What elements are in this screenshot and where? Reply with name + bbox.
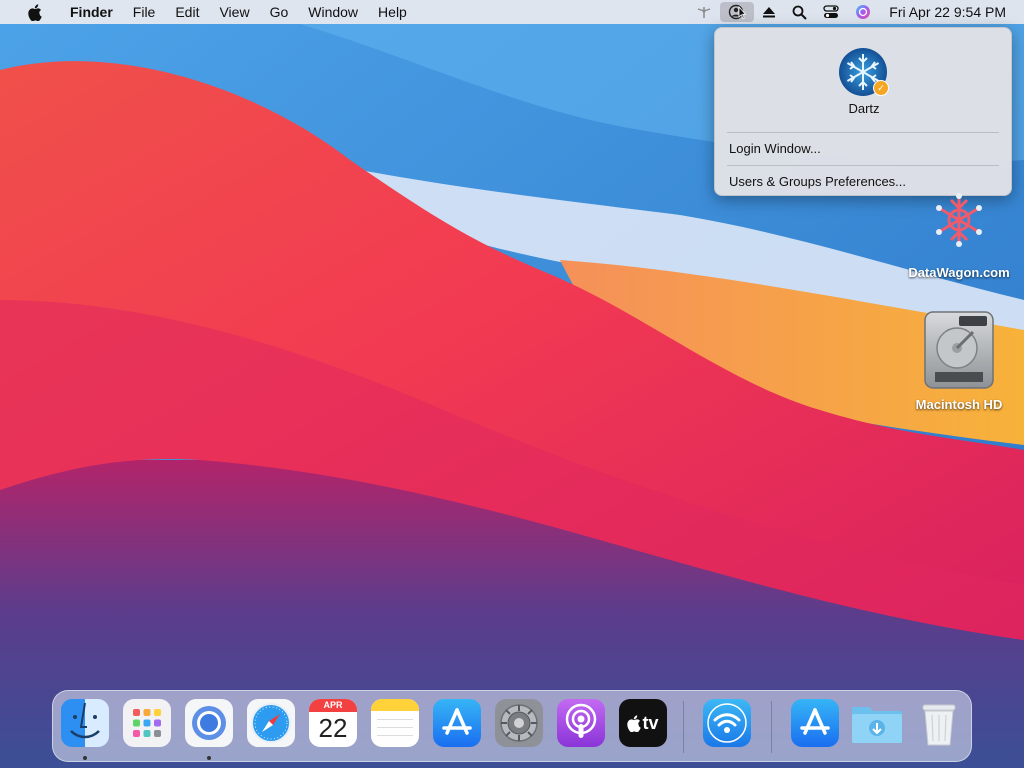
dock-podcasts-icon[interactable] bbox=[557, 699, 605, 747]
menu-separator bbox=[727, 132, 999, 133]
dock-apple-tv-icon[interactable]: tv bbox=[619, 699, 667, 747]
apple-logo-icon bbox=[627, 714, 642, 732]
apple-tv-label: tv bbox=[642, 712, 659, 733]
eject-icon[interactable] bbox=[754, 0, 784, 24]
dock-separator bbox=[683, 701, 684, 753]
dock-app-store-stack-icon[interactable] bbox=[791, 699, 839, 747]
dock-system-preferences-icon[interactable] bbox=[495, 699, 543, 747]
user-dropdown-menu: ✓ Dartz Login Window... Users & Groups P… bbox=[714, 27, 1012, 196]
dock-notes-icon[interactable] bbox=[371, 699, 419, 747]
dock-running-indicator bbox=[207, 756, 211, 760]
desktop: Finder File Edit View Go Window Help Fri… bbox=[0, 0, 1024, 768]
dock-running-indicator bbox=[83, 756, 87, 760]
user-status-badge-icon: ✓ bbox=[873, 80, 889, 96]
network-status-icon[interactable] bbox=[688, 0, 720, 24]
user-avatar[interactable]: ✓ bbox=[839, 48, 889, 96]
users-groups-preferences-item[interactable]: Users & Groups Preferences... bbox=[729, 174, 906, 189]
dock-wireless-diagnostics-icon[interactable] bbox=[703, 699, 751, 747]
apple-menu-icon[interactable] bbox=[10, 3, 60, 21]
spotlight-search-icon[interactable] bbox=[784, 0, 815, 24]
datawagon-icon bbox=[936, 193, 982, 247]
menu-separator bbox=[727, 165, 999, 166]
menu-window[interactable]: Window bbox=[298, 0, 368, 24]
menu-clock[interactable]: Fri Apr 22 9:54 PM bbox=[879, 4, 1014, 20]
hard-drive-icon bbox=[924, 311, 994, 389]
dock-app-store-icon[interactable] bbox=[433, 699, 481, 747]
menu-file[interactable]: File bbox=[123, 0, 166, 24]
login-window-item[interactable]: Login Window... bbox=[729, 141, 821, 156]
calendar-day: 22 bbox=[318, 713, 348, 743]
control-center-icon[interactable] bbox=[815, 0, 847, 24]
user-name: Dartz bbox=[848, 101, 880, 116]
dock-finder-icon[interactable] bbox=[61, 699, 109, 747]
desktop-icon-label: DataWagon.com bbox=[908, 265, 1010, 280]
menu-app-name[interactable]: Finder bbox=[60, 0, 123, 24]
calendar-month: APR bbox=[309, 699, 357, 712]
dock-downloads-folder-icon[interactable] bbox=[849, 699, 905, 747]
desktop-icon-macintosh-hd[interactable]: Macintosh HD bbox=[898, 310, 1020, 412]
menu-edit[interactable]: Edit bbox=[165, 0, 209, 24]
menu-help[interactable]: Help bbox=[368, 0, 417, 24]
desktop-icon-label: Macintosh HD bbox=[915, 397, 1003, 412]
dock-trash-icon[interactable] bbox=[915, 699, 963, 747]
menu-bar: Finder File Edit View Go Window Help Fri… bbox=[0, 0, 1024, 24]
dock-launchpad-icon[interactable] bbox=[123, 699, 171, 747]
menu-go[interactable]: Go bbox=[260, 0, 299, 24]
dock-safari-icon[interactable] bbox=[247, 699, 295, 747]
siri-icon[interactable] bbox=[847, 0, 879, 24]
dock: APR 22 tv bbox=[52, 690, 972, 762]
desktop-icon-datawagon[interactable]: DataWagon.com bbox=[898, 190, 1020, 280]
dock-chromium-icon[interactable] bbox=[185, 699, 233, 747]
dock-calendar-icon[interactable]: APR 22 bbox=[309, 699, 357, 747]
dock-separator bbox=[771, 701, 772, 753]
menu-view[interactable]: View bbox=[209, 0, 259, 24]
user-account-icon[interactable] bbox=[720, 2, 755, 22]
